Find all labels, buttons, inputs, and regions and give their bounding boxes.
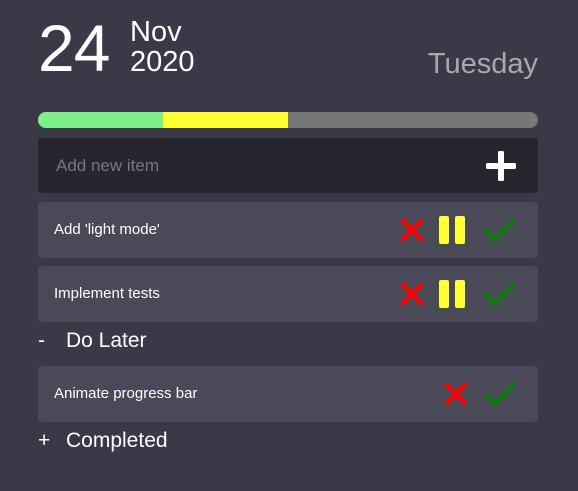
pause-icon bbox=[439, 280, 465, 308]
todo-app: 24 Nov 2020 Tuesday Add 'light mode' bbox=[38, 0, 538, 452]
section-title: Do Later bbox=[66, 329, 147, 352]
delete-button[interactable] bbox=[398, 280, 426, 308]
complete-button[interactable] bbox=[483, 216, 517, 244]
pause-button[interactable] bbox=[438, 216, 466, 244]
check-icon bbox=[483, 381, 517, 407]
weekday-label: Tuesday bbox=[427, 48, 538, 80]
add-item-button[interactable] bbox=[486, 151, 516, 181]
progress-bar bbox=[38, 112, 538, 128]
todo-item: Add 'light mode' bbox=[38, 202, 538, 258]
delete-icon bbox=[400, 282, 424, 306]
do-later-section-toggle[interactable]: - Do Later bbox=[38, 326, 147, 356]
todo-item: Implement tests bbox=[38, 266, 538, 322]
delete-icon bbox=[444, 382, 468, 406]
month-year: Nov 2020 bbox=[130, 17, 195, 77]
todo-item: Animate progress bar bbox=[38, 366, 538, 422]
todo-item-label: Implement tests bbox=[54, 285, 160, 302]
complete-button[interactable] bbox=[483, 380, 517, 408]
completed-section-toggle[interactable]: + Completed bbox=[38, 426, 168, 456]
todo-item-label: Add 'light mode' bbox=[54, 221, 160, 238]
collapse-sign: - bbox=[38, 329, 45, 352]
pause-icon bbox=[439, 216, 465, 244]
delete-button[interactable] bbox=[442, 380, 470, 408]
add-item-bar bbox=[38, 138, 538, 193]
delete-icon bbox=[400, 218, 424, 242]
month-label: Nov bbox=[130, 16, 182, 48]
progress-done-segment bbox=[38, 112, 163, 128]
check-icon bbox=[483, 217, 517, 243]
section-title: Completed bbox=[66, 429, 168, 452]
delete-button[interactable] bbox=[398, 216, 426, 244]
progress-paused-segment bbox=[163, 112, 288, 128]
complete-button[interactable] bbox=[483, 280, 517, 308]
year-label: 2020 bbox=[130, 46, 195, 78]
expand-sign: + bbox=[38, 429, 51, 452]
check-icon bbox=[483, 281, 517, 307]
plus-icon bbox=[486, 151, 516, 181]
date-header: 24 Nov 2020 Tuesday bbox=[38, 0, 538, 110]
day-number: 24 bbox=[38, 11, 110, 85]
pause-button[interactable] bbox=[438, 280, 466, 308]
add-item-input[interactable] bbox=[38, 138, 468, 193]
todo-item-label: Animate progress bar bbox=[54, 385, 198, 402]
